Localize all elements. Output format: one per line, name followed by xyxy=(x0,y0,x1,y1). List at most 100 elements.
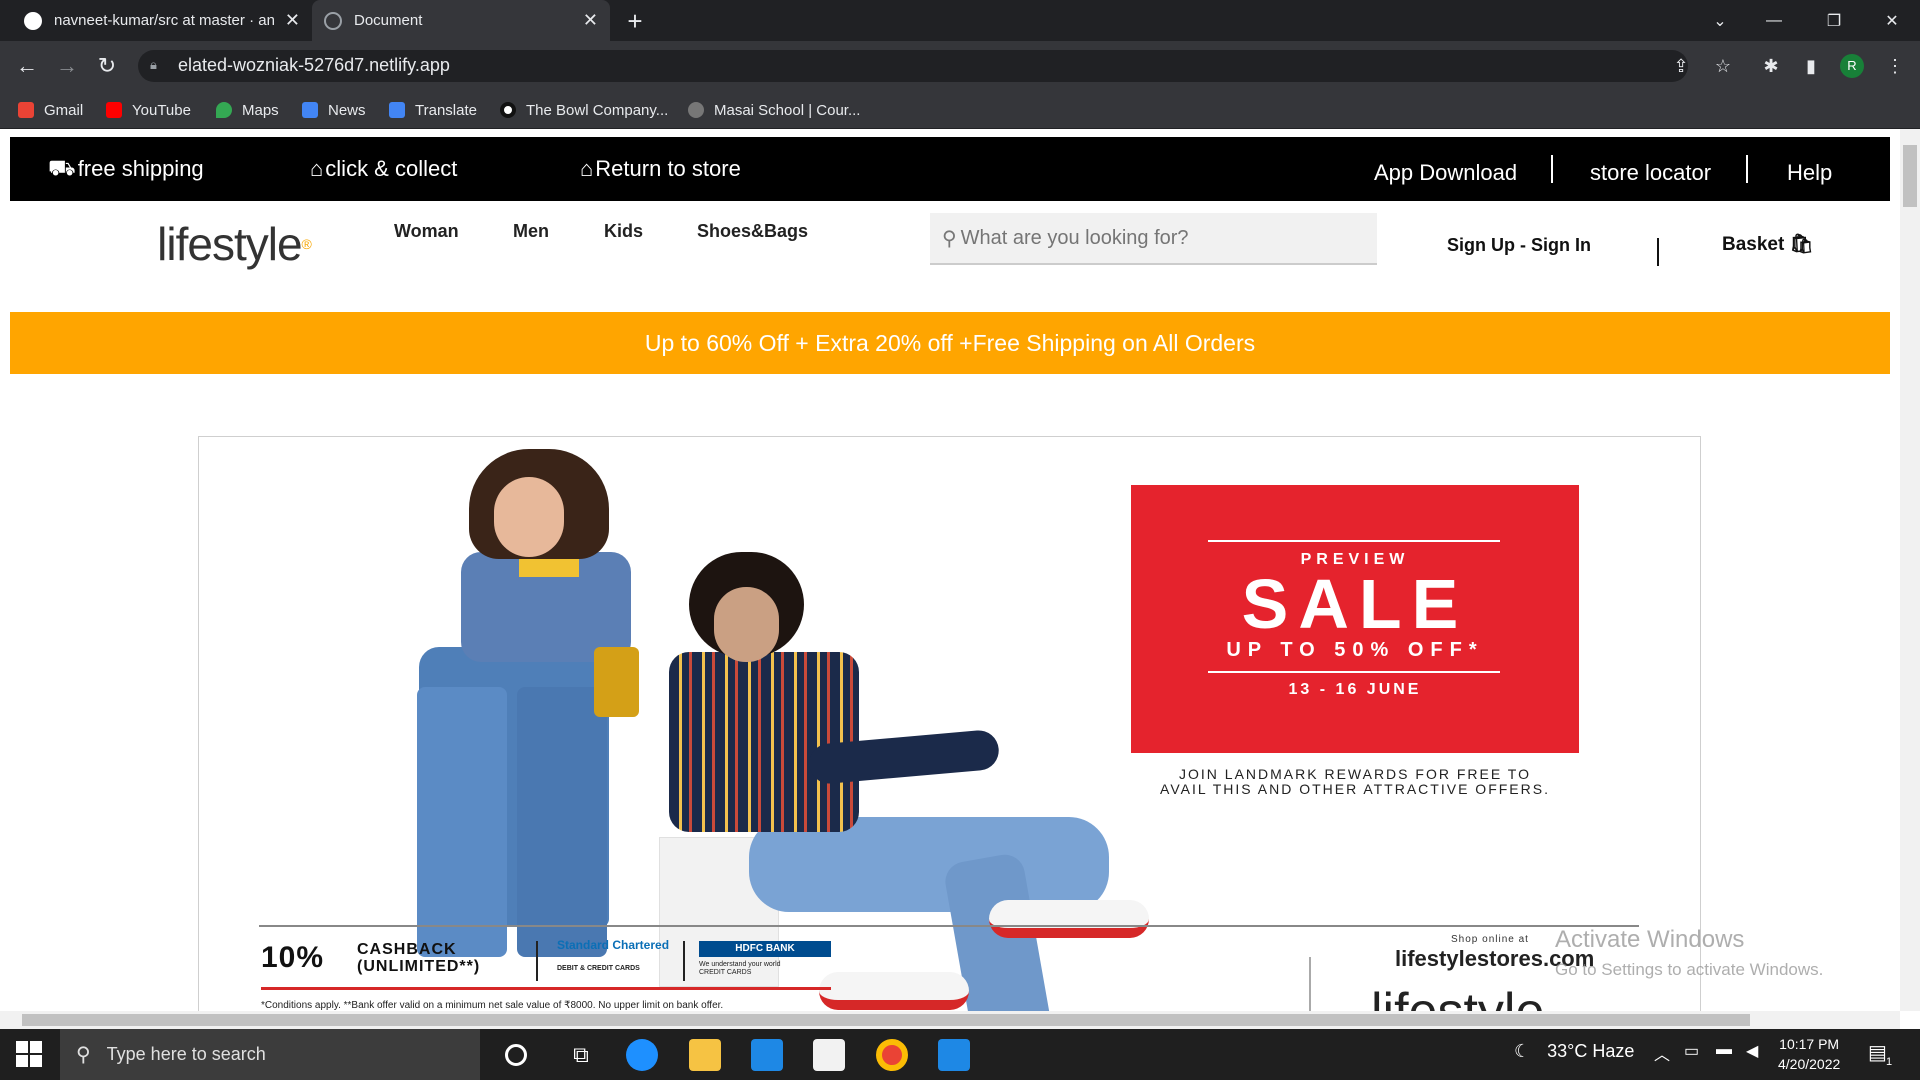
bowl-company-icon xyxy=(500,102,516,118)
tab-title: Document xyxy=(354,12,423,29)
chrome-icon[interactable] xyxy=(876,1039,908,1071)
bookmark-masai[interactable]: Masai School | Cour... xyxy=(688,91,860,129)
logo-text: lifestyle xyxy=(157,218,302,270)
tab-document[interactable]: Document ✕ xyxy=(312,0,610,41)
divider xyxy=(536,941,538,981)
promo-banner[interactable]: Up to 60% Off + Extra 20% off +Free Ship… xyxy=(10,312,1890,374)
help-link[interactable]: Help xyxy=(1787,141,1832,205)
close-window-icon[interactable]: ✕ xyxy=(1864,0,1920,41)
close-tab-icon[interactable]: ✕ xyxy=(583,10,598,31)
url-text[interactable]: elated-wozniak-5276d7.netlify.app xyxy=(178,55,450,76)
lifestyle-big-logo: lifestyle xyxy=(1371,982,1544,1011)
bookmark-news[interactable]: News xyxy=(302,91,366,129)
vscode-icon[interactable] xyxy=(938,1039,970,1071)
terms-text: *Conditions apply. **Bank offer valid on… xyxy=(261,1000,724,1011)
cashback-unlimited: (UNLIMITED**) xyxy=(357,958,481,975)
app-download-link[interactable]: App Download xyxy=(1374,141,1517,205)
bookmark-label: Masai School | Cour... xyxy=(714,101,861,119)
scrollbar-thumb[interactable] xyxy=(22,1014,1750,1026)
bookmark-bowl-company[interactable]: The Bowl Company... xyxy=(500,91,668,129)
click-collect-link[interactable]: ⌂ click & collect xyxy=(310,137,457,201)
menu-icon[interactable]: ⋮ xyxy=(1882,53,1908,79)
sale-title: SALE xyxy=(1241,565,1469,643)
bookmark-label: The Bowl Company... xyxy=(526,101,669,119)
cashback-text: CASHBACK (UNLIMITED**) xyxy=(357,941,480,975)
search-icon: ⚲ xyxy=(942,227,957,250)
edge-icon[interactable] xyxy=(626,1039,658,1071)
clock[interactable]: 10:17 PM 4/20/2022 xyxy=(1778,1034,1840,1074)
bookmark-translate[interactable]: Translate xyxy=(389,91,477,129)
sale-box: PREVIEW SALE UP TO 50% OFF* 13 - 16 JUNE xyxy=(1131,485,1579,753)
new-tab-icon[interactable]: + xyxy=(620,6,650,36)
basket-link[interactable]: Basket 🛍︎ xyxy=(1722,232,1814,256)
file-explorer-icon[interactable] xyxy=(689,1039,721,1071)
bookmark-star-icon[interactable]: ☆ xyxy=(1710,53,1736,79)
vertical-scrollbar[interactable] xyxy=(1900,129,1920,1011)
tab-title: navneet-kumar/src at master · an xyxy=(54,12,274,29)
lifestyle-logo[interactable]: lifestyle ® xyxy=(105,203,363,285)
battery-icon[interactable]: ▬ xyxy=(1716,1041,1732,1059)
activate-windows-sub: Go to Settings to activate Windows. xyxy=(1555,960,1824,979)
bookmark-label: Maps xyxy=(242,101,279,119)
bookmark-maps[interactable]: Maps xyxy=(216,91,279,129)
cortana-icon[interactable] xyxy=(505,1044,527,1066)
share-icon[interactable]: ⇪ xyxy=(1668,53,1694,79)
nav-shoes-bags[interactable]: Shoes&Bags xyxy=(697,221,808,242)
forward-icon[interactable]: → xyxy=(52,51,82,81)
sneaker xyxy=(819,972,969,1010)
big-logo-text: lifestyle xyxy=(1371,983,1544,1011)
free-shipping-label: free shipping xyxy=(77,156,204,181)
close-tab-icon[interactable]: ✕ xyxy=(285,10,300,31)
model-woman-leg xyxy=(417,687,507,957)
github-icon xyxy=(24,11,42,30)
notifications-icon[interactable]: ▤ xyxy=(1868,1040,1887,1065)
show-hidden-icons[interactable]: ︿ xyxy=(1654,1041,1670,1065)
profile-avatar[interactable]: R xyxy=(1840,54,1864,78)
task-view-icon[interactable]: ⧉ xyxy=(565,1039,597,1071)
tab-search-icon[interactable]: ⌄ xyxy=(1692,0,1748,41)
bookmark-label: Translate xyxy=(415,101,477,119)
hdfc-sub: We understand your world CREDIT CARDS xyxy=(699,961,781,977)
volume-icon[interactable]: ◀ xyxy=(1746,1041,1758,1061)
sneaker xyxy=(989,900,1149,938)
reload-icon[interactable]: ↻ xyxy=(92,51,122,81)
handbag xyxy=(594,647,639,717)
sale-banner[interactable]: PREVIEW SALE UP TO 50% OFF* 13 - 16 JUNE… xyxy=(198,436,1701,1011)
free-shipping-link[interactable]: ⛟ free shipping xyxy=(48,137,204,201)
hdfc-tagline: We understand your world xyxy=(699,961,781,968)
translate-icon xyxy=(389,102,405,118)
divider xyxy=(1208,671,1500,673)
store-locator-link[interactable]: store locator xyxy=(1590,141,1711,205)
tab-github[interactable]: navneet-kumar/src at master · an ✕ xyxy=(12,0,312,41)
taskbar-search[interactable]: ⚲ Type here to search xyxy=(60,1029,480,1080)
divider xyxy=(1746,155,1748,183)
return-store-label: Return to store xyxy=(595,156,741,181)
bookmark-gmail[interactable]: Gmail xyxy=(18,91,83,129)
windows-start-icon[interactable] xyxy=(16,1041,42,1067)
nav-woman[interactable]: Woman xyxy=(394,221,459,242)
nav-men[interactable]: Men xyxy=(513,221,549,242)
standard-chartered-logo: Standard Chartered xyxy=(557,938,670,952)
store-icon[interactable] xyxy=(813,1039,845,1071)
extensions-icon[interactable]: ✱ xyxy=(1758,53,1784,79)
return-store-link[interactable]: ⌂ Return to store xyxy=(580,137,741,201)
mail-icon[interactable] xyxy=(751,1039,783,1071)
network-icon[interactable]: ▭ xyxy=(1684,1041,1699,1061)
scrollbar-thumb[interactable] xyxy=(1903,145,1917,207)
back-icon[interactable]: ← xyxy=(12,51,42,81)
search-input[interactable]: ⚲ What are you looking for? xyxy=(930,213,1377,265)
lock-icon[interactable]: 🔒︎ xyxy=(150,57,166,75)
weather-widget[interactable]: ☾ 33°C Haze xyxy=(1514,1041,1634,1062)
model-man-face xyxy=(714,587,779,662)
sign-in-link[interactable]: Sign Up - Sign In xyxy=(1447,235,1591,256)
search-placeholder: What are you looking for? xyxy=(960,226,1189,249)
divider xyxy=(1657,238,1659,266)
minimize-icon[interactable]: — xyxy=(1746,0,1802,41)
side-panel-icon[interactable]: ▮ xyxy=(1798,53,1824,79)
nav-kids[interactable]: Kids xyxy=(604,221,643,242)
store-icon: ⌂ xyxy=(310,156,324,181)
restore-icon[interactable]: ❐ xyxy=(1806,0,1862,41)
hdfc-cards: CREDIT CARDS xyxy=(699,969,752,976)
bookmark-youtube[interactable]: YouTube xyxy=(106,91,191,129)
news-icon xyxy=(302,102,318,118)
